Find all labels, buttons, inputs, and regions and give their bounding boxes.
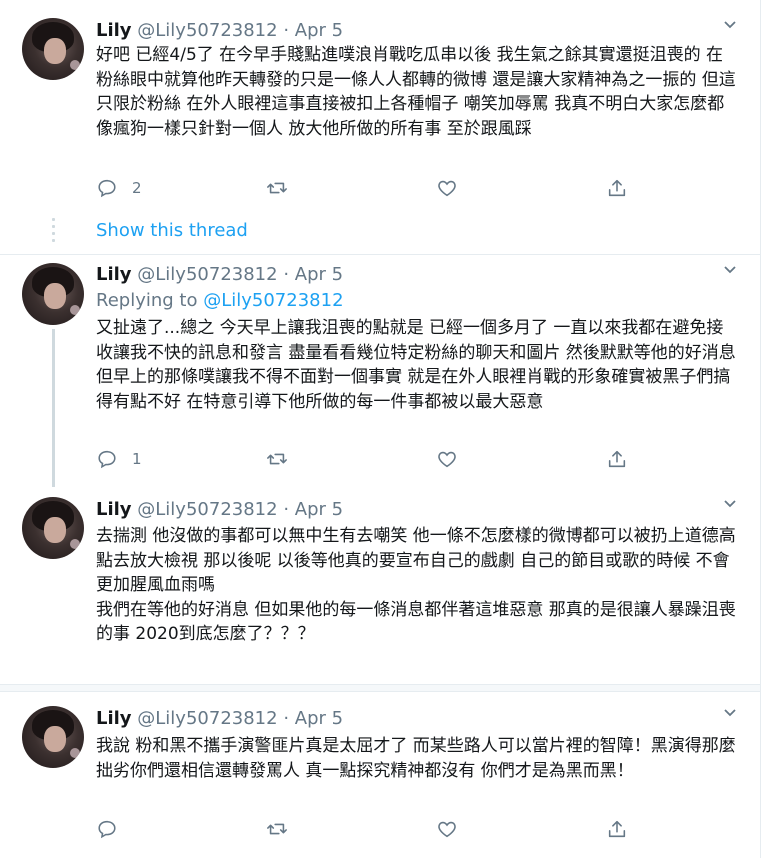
user-handle[interactable]: @Lily50723812 [137,499,277,520]
user-name[interactable]: Lily [96,708,132,729]
share-icon [608,450,626,468]
replying-to-handle[interactable]: @Lily50723812 [203,290,343,311]
tweet-text: 去揣測 他沒做的事都可以無中生有去嘲笑 他一條不怎麼樣的微博都可以被扔上道德高點… [96,526,736,644]
tweet-header: Lily @Lily50723812 · Apr 5 [96,708,343,730]
reply-icon [98,179,116,198]
replying-to-label: Replying to [96,290,198,311]
user-name[interactable]: Lily [96,499,132,520]
like-icon [438,821,456,838]
timeline-feed: Lily @Lily50723812 · Apr 5 好吧 已經4/5了 在今早… [0,0,761,858]
avatar[interactable] [22,706,84,768]
share-button[interactable] [606,448,628,470]
dot-separator: · [283,708,290,729]
thread-line [52,329,55,487]
tweet-1[interactable]: Lily @Lily50723812 · Apr 5 好吧 已經4/5了 在今早… [0,0,760,260]
tweet-header: Lily @Lily50723812 · Apr 5 [96,264,343,286]
chevron-down-icon[interactable] [722,495,738,515]
chevron-down-icon[interactable] [722,261,738,281]
dot-separator: · [283,20,290,41]
retweet-icon [267,453,287,465]
reply-icon [98,820,116,839]
avatar[interactable] [22,497,84,559]
reply-button[interactable]: 1 [96,448,142,470]
reply-icon [98,450,116,469]
retweet-button[interactable] [266,177,288,199]
retweet-icon [267,182,287,194]
avatar[interactable] [22,263,84,325]
tweet-header: Lily @Lily50723812 · Apr 5 [96,20,343,42]
share-button[interactable] [606,818,628,840]
tweet-actions: 1 [96,448,636,474]
like-button[interactable] [436,448,458,470]
tweet-2[interactable]: Lily @Lily50723812 · Apr 5 Replying to @… [0,255,760,487]
like-icon [438,451,456,468]
user-name[interactable]: Lily [96,20,132,41]
tweet-date[interactable]: Apr 5 [295,499,343,520]
share-icon [608,820,626,838]
retweet-icon [267,823,287,835]
reply-button[interactable]: 2 [96,177,142,199]
share-button[interactable] [606,177,628,199]
chevron-down-icon[interactable] [722,16,738,36]
user-handle[interactable]: @Lily50723812 [137,264,277,285]
tweet-text: 好吧 已經4/5了 在今早手賤點進噗浪肖戰吃瓜串以後 我生氣之餘其實還挺沮喪的 … [96,45,736,139]
tweet-3[interactable]: Lily @Lily50723812 · Apr 5 去揣測 他沒做的事都可以無… [0,487,760,683]
tweet-actions: 2 [96,177,636,203]
reply-count: 1 [132,450,142,468]
like-button[interactable] [436,818,458,840]
show-thread-link[interactable]: Show this thread [96,220,248,241]
tweet-4[interactable]: Lily @Lily50723812 · Apr 5 我說 粉和黑不攜手演警匪片… [0,692,760,858]
thread-dots [52,218,55,246]
user-handle[interactable]: @Lily50723812 [137,708,277,729]
dot-separator: · [283,499,290,520]
replying-to: Replying to @Lily50723812 [96,290,344,311]
tweet-date[interactable]: Apr 5 [295,264,343,285]
tweet-date[interactable]: Apr 5 [295,20,343,41]
share-icon [608,179,626,197]
tweet-header: Lily @Lily50723812 · Apr 5 [96,499,343,521]
retweet-button[interactable] [266,818,288,840]
user-name[interactable]: Lily [96,264,132,285]
tweet-actions [96,818,636,844]
avatar[interactable] [22,18,84,80]
reply-count: 2 [132,179,142,197]
tweet-date[interactable]: Apr 5 [295,708,343,729]
tweet-text: 我說 粉和黑不攜手演警匪片真是太屈才了 而某些路人可以當片裡的智障！黑演得那麼拙… [96,736,736,781]
chevron-down-icon[interactable] [722,704,738,724]
section-divider [0,684,760,692]
reply-button[interactable] [96,818,118,840]
like-icon [438,180,456,197]
retweet-button[interactable] [266,448,288,470]
dot-separator: · [283,264,290,285]
like-button[interactable] [436,177,458,199]
user-handle[interactable]: @Lily50723812 [137,20,277,41]
tweet-text: 又扯遠了...總之 今天早上讓我沮喪的點就是 已經一個多月了 一直以來我都在避免… [96,318,736,412]
